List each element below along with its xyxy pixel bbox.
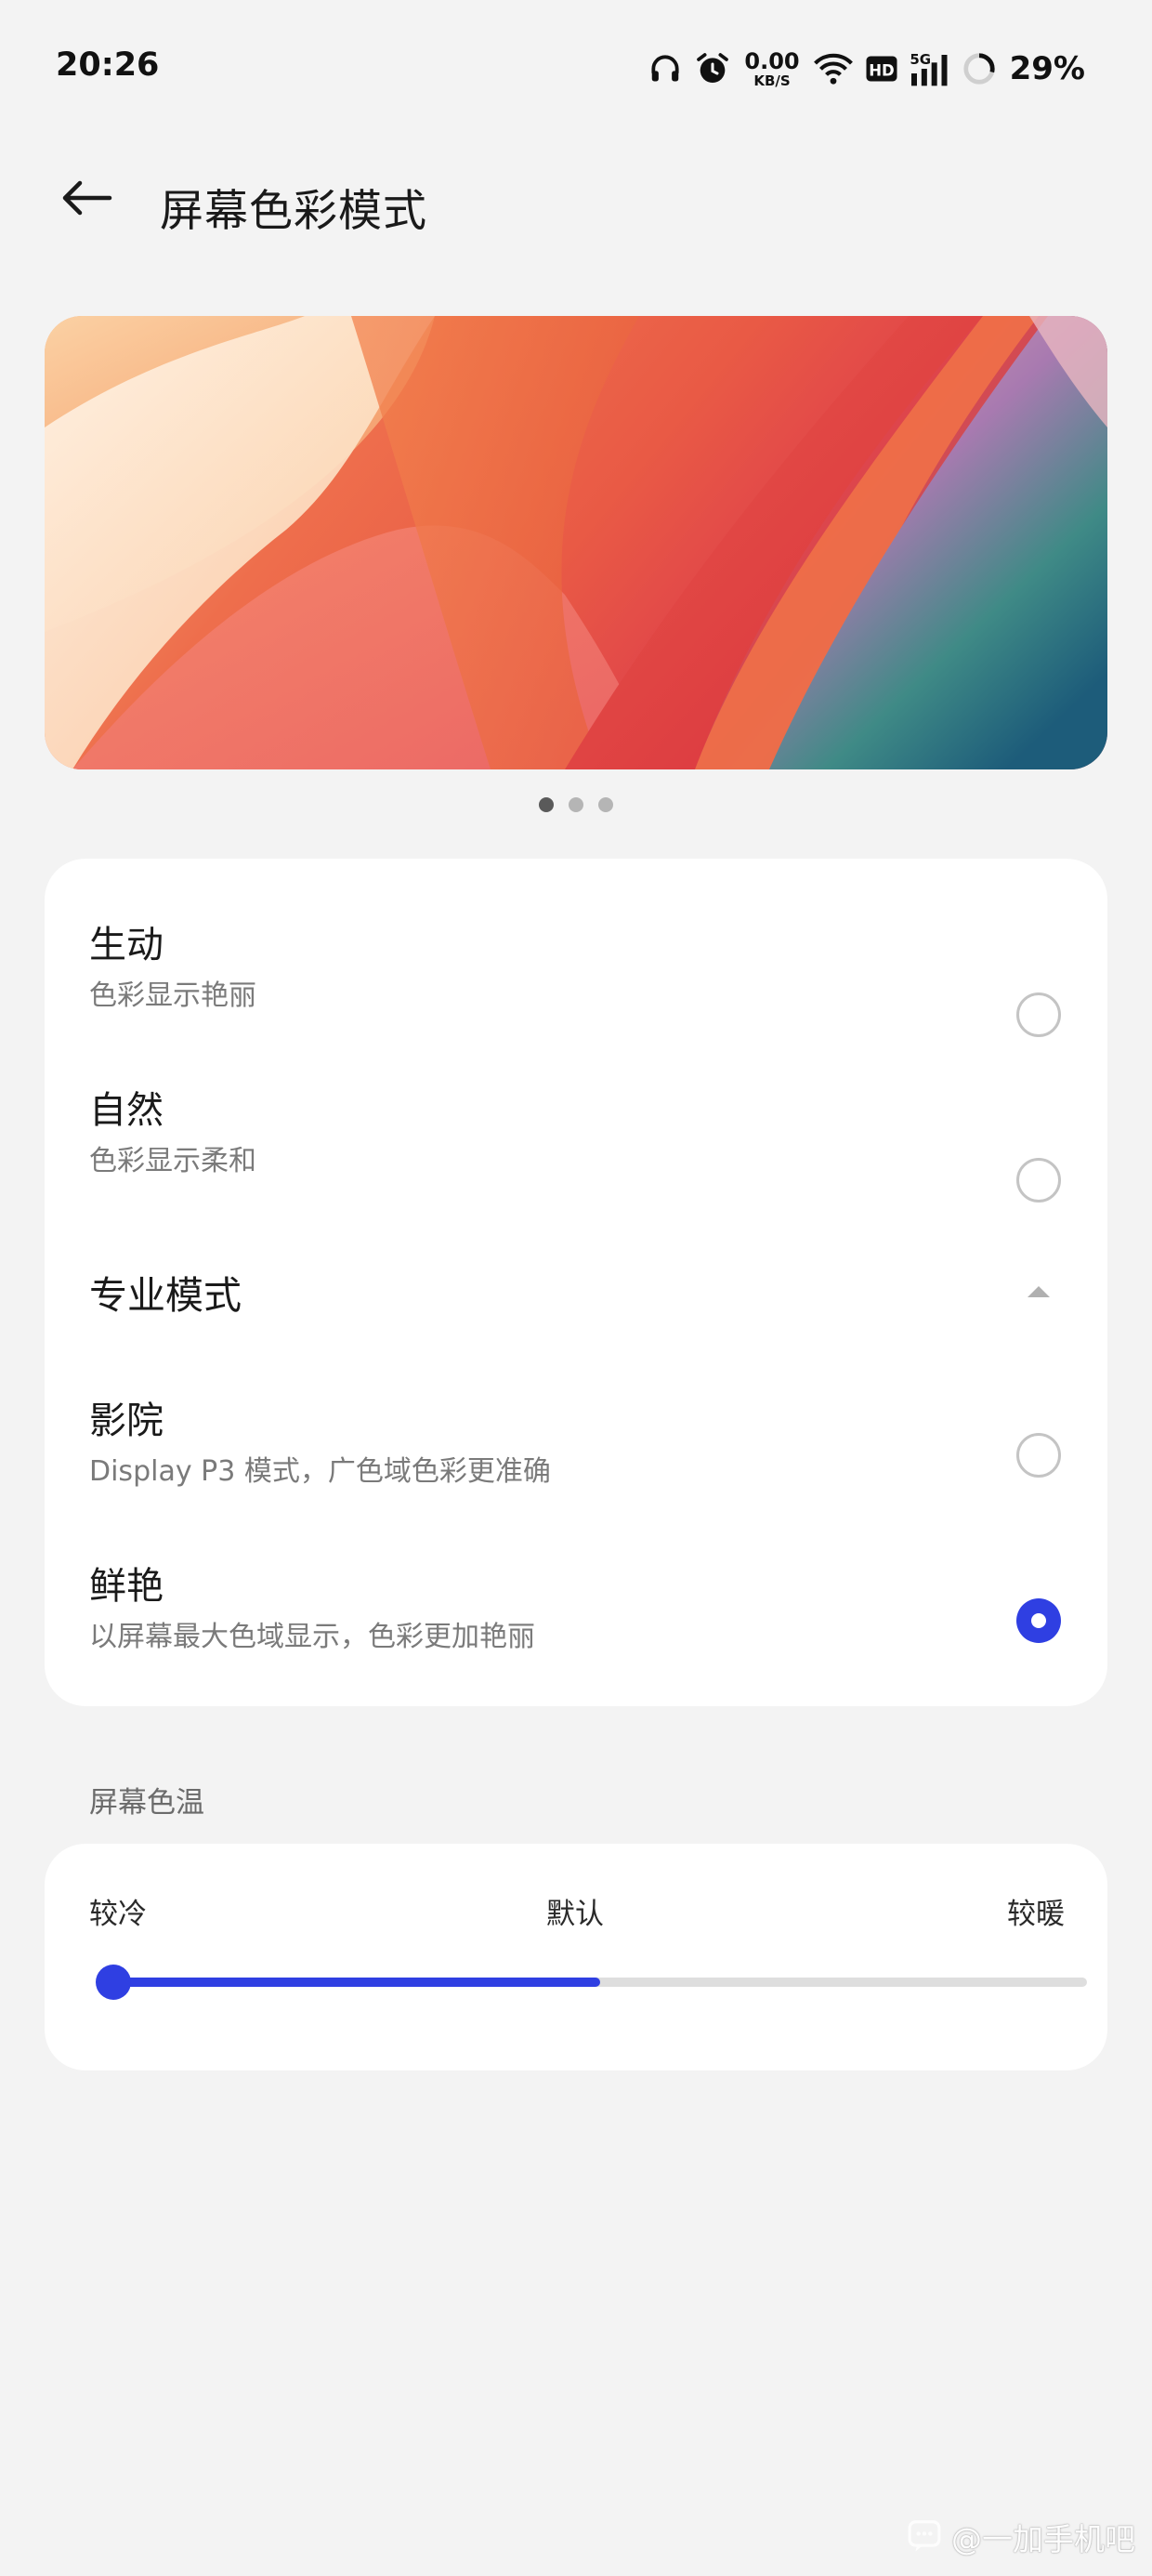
svg-text:5G: 5G — [910, 51, 931, 68]
radio-button[interactable] — [1016, 1433, 1061, 1478]
preview-wallpaper-image — [45, 316, 1107, 769]
option-cinema[interactable]: 影院 Display P3 模式，广色域色彩更准确 — [45, 1390, 1107, 1548]
carousel-dot — [569, 797, 583, 812]
option-subtitle: Display P3 模式，广色域色彩更准确 — [89, 1455, 551, 1488]
status-time: 20:26 — [56, 46, 160, 84]
carousel-dot — [598, 797, 613, 812]
headphones-icon — [648, 51, 683, 86]
status-icons: 0.00 KB/S HD 5G 29% — [648, 41, 1085, 97]
battery-ring-icon — [962, 51, 997, 86]
color-preview-carousel[interactable] — [45, 316, 1107, 769]
section-title: 专业模式 — [89, 1273, 242, 1318]
radio-button[interactable] — [1016, 1158, 1061, 1203]
option-subtitle: 色彩显示艳丽 — [89, 979, 256, 1012]
color-temperature-label: 屏幕色温 — [89, 1786, 204, 1820]
option-title: 鲜艳 — [89, 1565, 164, 1608]
alarm-icon — [694, 50, 731, 87]
temp-default-label: 默认 — [546, 1898, 604, 1931]
pro-mode-header[interactable]: 专业模式 — [45, 1255, 1107, 1338]
carousel-page-indicator — [0, 797, 1152, 812]
option-title: 生动 — [89, 924, 164, 966]
radio-button[interactable] — [1016, 1598, 1061, 1643]
watermark-text: @一加手机吧 — [951, 2521, 1135, 2557]
chat-bubble-icon — [907, 2517, 942, 2556]
chevron-up-icon[interactable] — [1016, 1277, 1061, 1308]
radio-button[interactable] — [1016, 992, 1061, 1037]
svg-text:HD: HD — [869, 62, 895, 80]
slider-fill — [113, 1978, 600, 1987]
net-speed-icon: 0.00 KB/S — [744, 50, 799, 88]
option-vibrant[interactable]: 鲜艳 以屏幕最大色域显示，色彩更加艳丽 — [45, 1556, 1107, 1714]
slider-thumb[interactable] — [96, 1965, 131, 2000]
option-subtitle: 以屏幕最大色域显示，色彩更加艳丽 — [89, 1621, 535, 1653]
option-subtitle: 色彩显示柔和 — [89, 1145, 256, 1177]
signal-5g-icon: 5G — [910, 50, 950, 87]
net-speed-value: 0.00 — [744, 47, 800, 74]
temp-warm-label: 较暖 — [1007, 1898, 1065, 1931]
option-vivid[interactable]: 生动 色彩显示艳丽 — [45, 914, 1107, 1072]
net-speed-unit: KB/S — [753, 72, 791, 89]
page-title: 屏幕色彩模式 — [160, 186, 427, 237]
option-natural[interactable]: 自然 色彩显示柔和 — [45, 1080, 1107, 1238]
option-title: 自然 — [89, 1089, 164, 1132]
status-bar: 20:26 0.00 KB/S HD 5G 29% — [0, 0, 1152, 139]
watermark: @一加手机吧 — [907, 2515, 1135, 2559]
battery-percent: 29% — [1009, 50, 1085, 87]
temp-cool-label: 较冷 — [89, 1898, 147, 1931]
back-arrow-icon — [59, 179, 113, 220]
carousel-dot — [539, 797, 554, 812]
color-temperature-card: 较冷 默认 较暖 — [45, 1844, 1107, 2070]
hd-icon: HD — [865, 55, 898, 83]
back-button[interactable] — [54, 167, 119, 232]
wifi-icon — [813, 51, 854, 86]
color-mode-card: 生动 色彩显示艳丽 自然 色彩显示柔和 专业模式 影院 Display P3 模… — [45, 859, 1107, 1706]
option-title: 影院 — [89, 1400, 164, 1442]
color-temperature-slider[interactable] — [96, 1955, 1087, 2007]
